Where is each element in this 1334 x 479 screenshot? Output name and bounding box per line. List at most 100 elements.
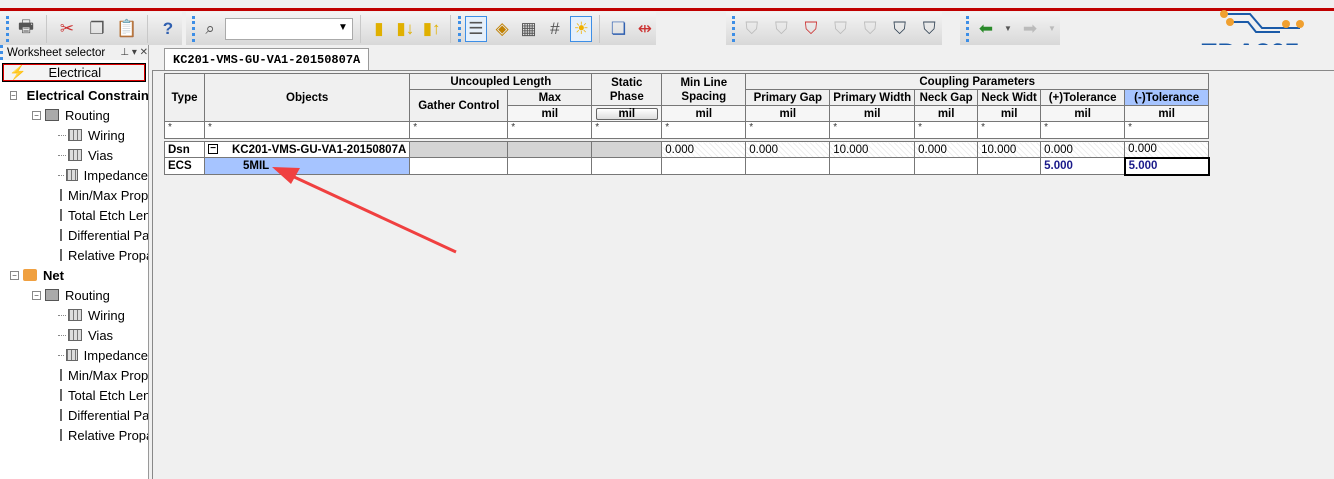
toolbar-grip[interactable] xyxy=(457,15,461,42)
collapse-icon[interactable]: − xyxy=(208,144,218,155)
cell-minus-tolerance[interactable]: 0.000 xyxy=(1124,141,1210,158)
table-row-ecs[interactable]: ECS 5MIL 5.000 5.000 xyxy=(164,156,1210,176)
unit-button[interactable]: mil xyxy=(595,107,658,120)
cell-min-line[interactable] xyxy=(661,157,747,175)
collapse-icon[interactable]: − xyxy=(10,90,17,100)
tree-item[interactable]: Vias xyxy=(0,325,148,345)
unit-static-phase[interactable]: mil xyxy=(591,105,663,122)
chevron-down-icon[interactable]: ▼ xyxy=(338,22,348,33)
cell-neck-width[interactable]: 10.000 xyxy=(977,141,1042,158)
collapse-icon[interactable]: − xyxy=(32,290,41,300)
tree-item[interactable]: Impedance xyxy=(0,165,148,185)
cell-minus-tolerance[interactable]: 5.000 xyxy=(1123,156,1210,176)
toolbar-grip[interactable] xyxy=(6,15,9,42)
filter-cell[interactable]: * xyxy=(507,121,593,139)
filter-cell[interactable]: * xyxy=(977,121,1042,139)
paste-icon[interactable]: 📋 xyxy=(114,16,140,42)
cell-neck-gap[interactable]: 0.000 xyxy=(914,141,979,158)
filter-cell[interactable]: * xyxy=(1124,121,1210,139)
filter-cell[interactable]: * xyxy=(914,121,979,139)
cell-gather[interactable] xyxy=(409,141,509,158)
col-neck-width[interactable]: Neck Widt xyxy=(977,89,1042,106)
tree-item[interactable]: Differential Pair xyxy=(0,225,148,245)
worksheet-icon[interactable]: ☰ xyxy=(464,15,488,42)
filter-cell[interactable]: * xyxy=(409,121,509,139)
bookmark-up-icon[interactable]: ▮↑ xyxy=(420,16,442,42)
filter-cell[interactable]: * xyxy=(745,121,831,139)
cell-type[interactable]: ECS xyxy=(164,157,205,175)
tree-item[interactable]: Impedance xyxy=(0,345,148,365)
cell-neck-width[interactable] xyxy=(977,157,1042,175)
cell-plus-tolerance[interactable]: 0.000 xyxy=(1040,141,1126,158)
cell-object[interactable]: − KC201-VMS-GU-VA1-20150807A xyxy=(203,141,411,158)
cell-primary-width[interactable] xyxy=(829,157,916,175)
tag-icon[interactable]: ◈ xyxy=(491,16,513,42)
tree-item[interactable]: Relative Propagation Delay xyxy=(0,425,148,445)
tree-item[interactable]: Total Etch Length xyxy=(0,385,148,405)
tree-item[interactable]: −Electrical Constraint Set xyxy=(0,85,148,105)
back-arrow-icon[interactable]: ⬅ xyxy=(973,16,999,42)
cell-neck-gap[interactable] xyxy=(914,157,979,175)
col-type[interactable]: Type xyxy=(164,73,205,122)
windows-icon[interactable]: ❏ xyxy=(607,16,629,42)
col-minus-tolerance[interactable]: (-)Tolerance xyxy=(1124,89,1210,106)
cell-static[interactable] xyxy=(591,141,663,158)
tree-item[interactable]: − Net xyxy=(0,265,148,285)
forward-arrow-icon[interactable]: ➡ xyxy=(1017,16,1043,42)
hash-icon[interactable]: # xyxy=(544,16,566,42)
copy-icon[interactable]: ❐ xyxy=(84,16,110,42)
filter-cell[interactable]: * xyxy=(661,121,747,139)
col-min-line-spacing[interactable]: Min Line Spacing xyxy=(661,73,747,106)
col-max[interactable]: Max xyxy=(507,89,593,106)
sun-icon[interactable]: ☀ xyxy=(570,15,593,42)
bookmark-down-icon[interactable]: ▮↓ xyxy=(394,16,416,42)
col-primary-gap[interactable]: Primary Gap xyxy=(745,89,831,106)
filter-cell[interactable]: * xyxy=(164,121,205,139)
filter-cell[interactable]: * xyxy=(829,121,916,139)
tree-item[interactable]: Relative Propagation Delay xyxy=(0,245,148,265)
filter-icon[interactable]: ⛉ xyxy=(857,16,883,42)
grid-icon[interactable]: ▦ xyxy=(517,16,539,42)
collapse-icon[interactable]: − xyxy=(10,270,19,280)
find-combo[interactable]: ▼ xyxy=(225,17,353,40)
tree-item[interactable]: Vias xyxy=(0,145,148,165)
toolbar-grip[interactable] xyxy=(192,15,195,42)
filter-cell[interactable]: * xyxy=(591,121,663,139)
filter-icon[interactable]: ⛉ xyxy=(887,16,913,42)
pin-icon[interactable]: ⊥ ▾ ✕ xyxy=(120,47,148,58)
table-row-dsn[interactable]: Dsn − KC201-VMS-GU-VA1-20150807A 0.000 0.… xyxy=(164,141,1210,158)
connector-icon[interactable]: ⇹ xyxy=(634,16,656,42)
cut-icon[interactable]: ✂ xyxy=(54,16,80,42)
filter-icon[interactable]: ⛉ xyxy=(769,16,795,42)
tab-design[interactable]: KC201-VMS-GU-VA1-20150807A xyxy=(164,48,370,70)
cell-static[interactable] xyxy=(591,157,663,175)
tree-item[interactable]: Min/Max Propagation Delays xyxy=(0,185,148,205)
col-primary-width[interactable]: Primary Width xyxy=(829,89,916,106)
filter-icon[interactable]: ⛉ xyxy=(828,16,854,42)
collapse-icon[interactable]: − xyxy=(32,110,41,120)
toolbar-grip[interactable] xyxy=(966,15,969,42)
col-neck-gap[interactable]: Neck Gap xyxy=(914,89,979,106)
cell-type[interactable]: Dsn xyxy=(164,141,205,158)
find-icon[interactable]: ⌕ xyxy=(199,16,221,42)
cell-min-line[interactable]: 0.000 xyxy=(661,141,747,158)
tree-item[interactable]: Wiring xyxy=(0,305,148,325)
cell-max[interactable] xyxy=(507,141,593,158)
col-plus-tolerance[interactable]: (+)Tolerance xyxy=(1040,89,1126,106)
col-gather-control[interactable]: Gather Control xyxy=(409,89,509,122)
cell-object[interactable]: 5MIL xyxy=(203,157,411,175)
tree-item[interactable]: − Routing xyxy=(0,285,148,305)
col-static-phase[interactable]: Static Phase xyxy=(591,73,663,106)
worksheet-tab-electrical[interactable]: ⚡ Electrical xyxy=(2,63,146,82)
chevron-down-icon[interactable]: ▼ xyxy=(1047,16,1057,42)
filter-cell[interactable]: * xyxy=(203,121,411,139)
tree-item[interactable]: Min/Max Propagation Delays xyxy=(0,365,148,385)
col-objects[interactable]: Objects xyxy=(203,73,411,122)
tree-item[interactable]: Differential Pair xyxy=(0,405,148,425)
cell-gather[interactable] xyxy=(409,157,509,175)
tree-item[interactable]: − Routing xyxy=(0,105,148,125)
filter-icon[interactable]: ⛉ xyxy=(916,16,942,42)
print-icon[interactable]: 🖶 xyxy=(13,16,39,42)
tree-item[interactable]: Total Etch Length xyxy=(0,205,148,225)
help-icon[interactable]: ? xyxy=(155,16,181,42)
